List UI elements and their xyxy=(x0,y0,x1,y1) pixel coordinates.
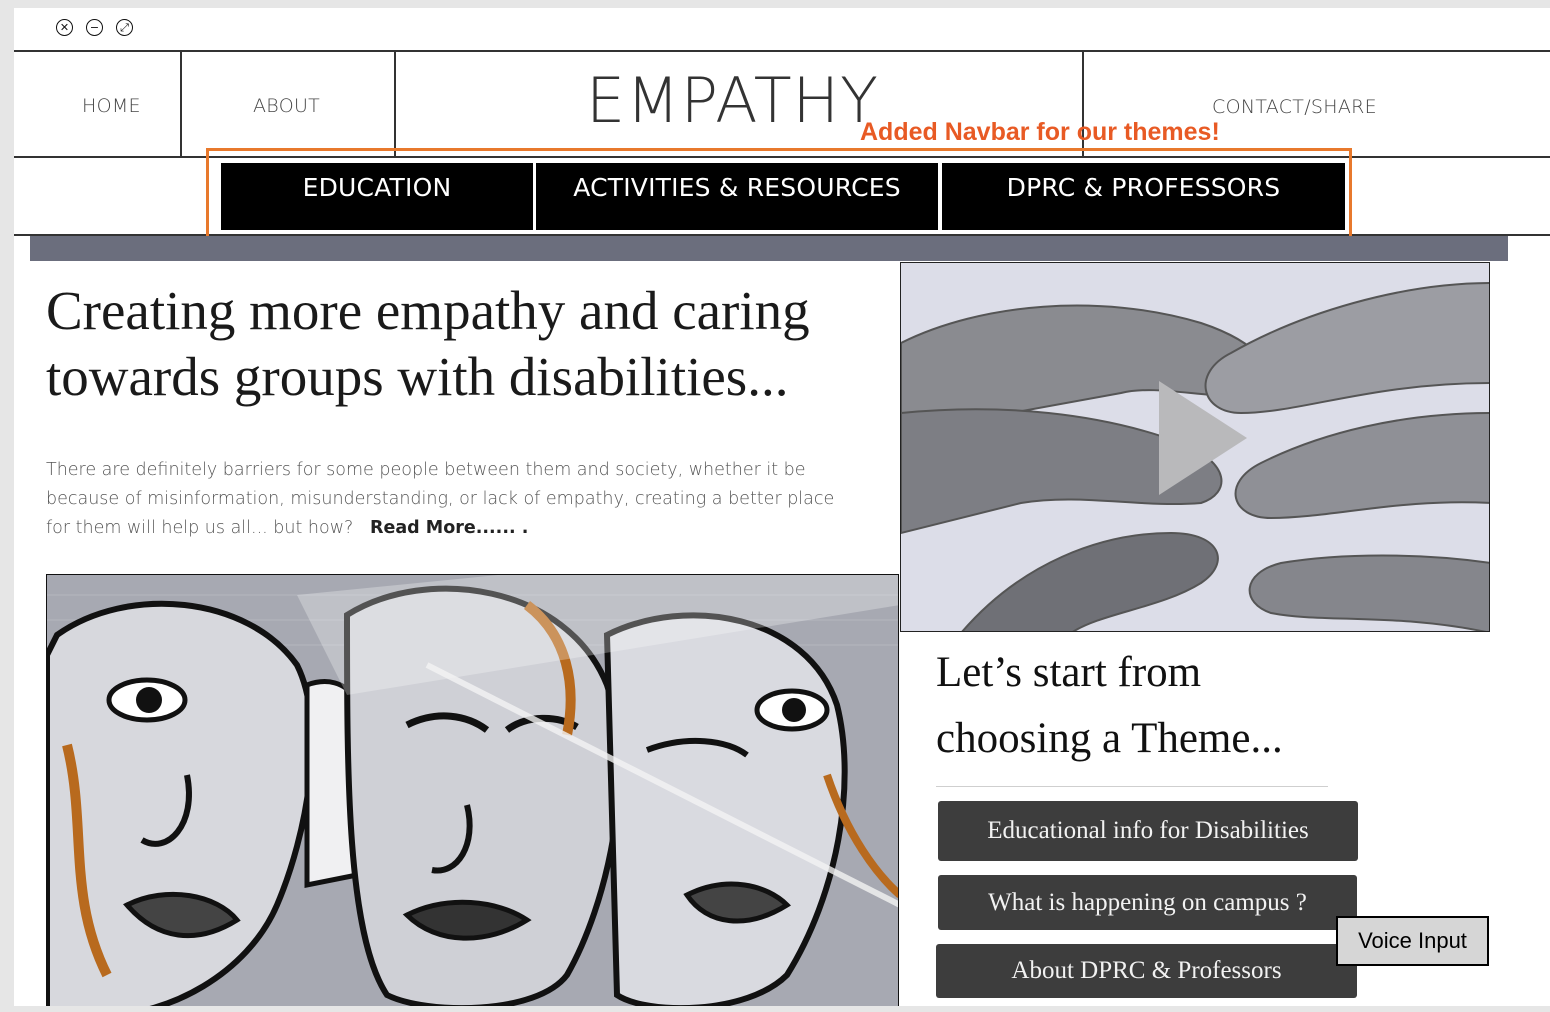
education-theme-label: Educational info for Disabilities xyxy=(987,817,1309,844)
hands-video-thumbnail xyxy=(901,263,1489,631)
dprc-theme-button[interactable]: About DPRC & Professors xyxy=(936,944,1357,998)
section-banner-band xyxy=(30,236,1508,261)
hero-body: There are definitely barriers for some p… xyxy=(46,456,846,543)
theme-title-line-1: Let’s start from xyxy=(936,649,1202,696)
header-top-rule xyxy=(14,50,1550,52)
hero-headline: Creating more empathy and caring towards… xyxy=(46,280,810,407)
dprc-theme-label: About DPRC & Professors xyxy=(1011,957,1282,984)
minimize-icon[interactable]: − xyxy=(86,19,103,36)
campus-theme-button[interactable]: What is happening on campus ? xyxy=(938,875,1357,930)
mural-faces-graphic xyxy=(47,575,898,1006)
fullscreen-icon[interactable]: ⤢ xyxy=(116,19,133,36)
browser-window: ✕ − ⤢ HOME ABOUT EMPATHY CONTACT/SHARE E… xyxy=(14,8,1550,1006)
annotation-label: Added Navbar for our themes! xyxy=(860,118,1220,146)
nav-about-link[interactable]: ABOUT xyxy=(253,95,320,117)
theme-divider xyxy=(936,786,1328,787)
nav-divider xyxy=(180,50,182,156)
voice-input-button[interactable]: Voice Input xyxy=(1336,916,1489,966)
read-more-link[interactable]: Read More...... . xyxy=(370,518,528,538)
site-brand[interactable]: EMPATHY xyxy=(586,70,879,132)
nav-contact-link[interactable]: CONTACT/SHARE xyxy=(1212,96,1377,118)
annotation-highlight-box xyxy=(206,148,1352,239)
mural-image xyxy=(46,574,899,1006)
theme-title-line-2: choosing a Theme... xyxy=(936,715,1283,762)
close-icon[interactable]: ✕ xyxy=(56,19,73,36)
theme-section-title: Let’s start from choosing a Theme... xyxy=(936,640,1283,772)
education-theme-button[interactable]: Educational info for Disabilities xyxy=(938,801,1358,861)
video-player[interactable] xyxy=(900,262,1490,632)
nav-home-link[interactable]: HOME xyxy=(82,95,141,117)
campus-theme-label: What is happening on campus ? xyxy=(988,888,1307,916)
nav-divider xyxy=(394,50,396,156)
